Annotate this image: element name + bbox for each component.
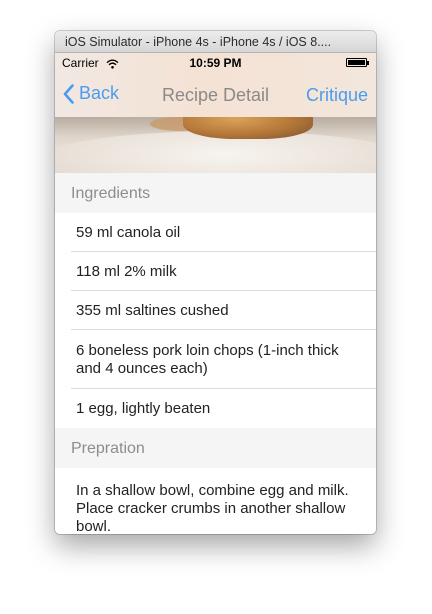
recipe-photo (55, 117, 376, 173)
ingredient-row[interactable]: 59 ml canola oil (55, 213, 376, 252)
preparation-text: In a shallow bowl, combine egg and milk.… (55, 468, 376, 534)
preparation-header: Prepration (55, 428, 376, 468)
navigation-bar: Back Recipe Detail Critique (55, 73, 376, 117)
device-screen: Carrier 10:59 PM Back Recipe Detail Crit… (55, 53, 376, 534)
ingredient-row[interactable]: 6 boneless pork loin chops (1-inch thick… (55, 330, 376, 389)
simulator-window: iOS Simulator - iPhone 4s - iPhone 4s / … (55, 31, 376, 534)
battery-icon (346, 58, 369, 67)
critique-button[interactable]: Critique (306, 85, 368, 106)
window-title: iOS Simulator - iPhone 4s - iPhone 4s / … (55, 31, 376, 53)
status-bar: Carrier 10:59 PM (55, 53, 376, 73)
ingredient-row[interactable]: 118 ml 2% milk (55, 252, 376, 291)
ingredients-header: Ingredients (55, 173, 376, 213)
ingredient-row[interactable]: 1 egg, lightly beaten (55, 389, 376, 428)
ingredient-row[interactable]: 355 ml saltines cushed (55, 291, 376, 330)
recipe-table: Ingredients 59 ml canola oil 118 ml 2% m… (55, 173, 376, 534)
status-time: 10:59 PM (189, 56, 242, 70)
